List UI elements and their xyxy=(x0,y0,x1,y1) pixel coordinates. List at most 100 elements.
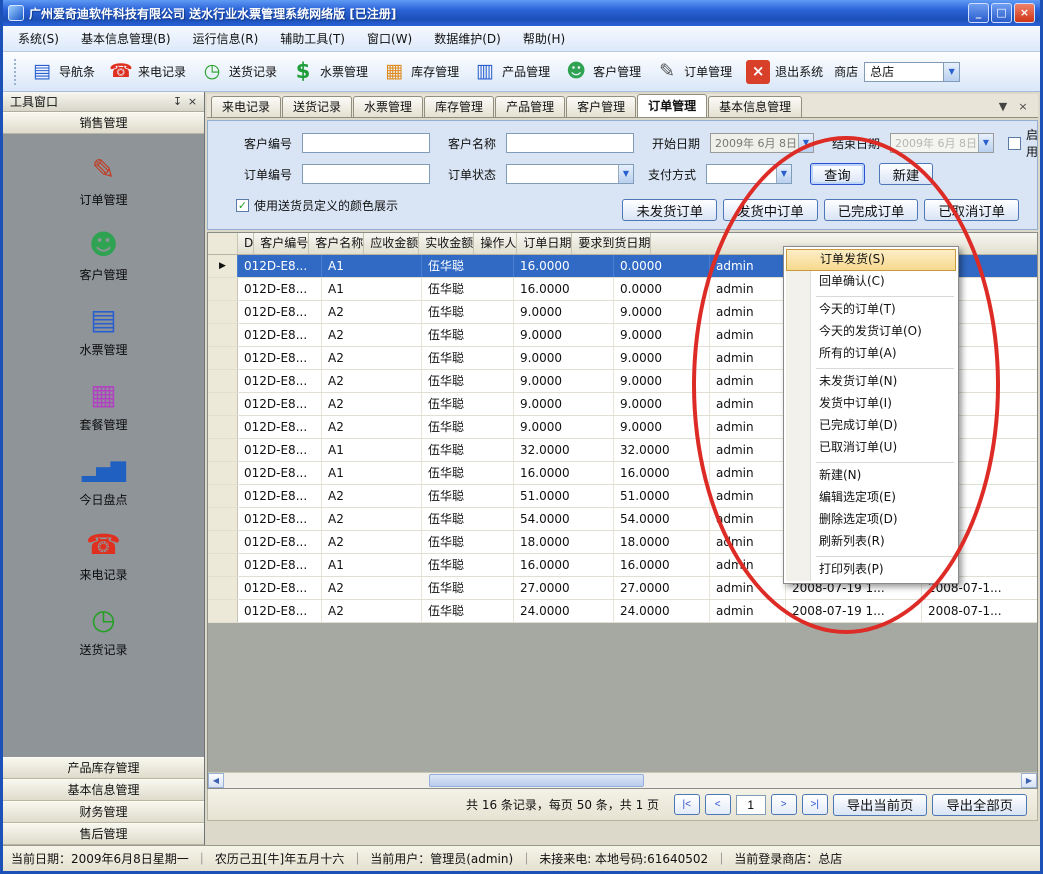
context-menu-item[interactable]: 今天的订单(T) xyxy=(786,299,956,321)
sidebar-item[interactable]: ✎ 订单管理 xyxy=(79,154,127,208)
next-page-button[interactable]: > xyxy=(771,794,797,815)
row-selector-cell[interactable] xyxy=(208,416,238,438)
menu-item[interactable]: 数据维护(D) xyxy=(423,26,512,51)
sidebar-group-button[interactable]: 产品库存管理 xyxy=(3,757,204,779)
toolbar-button[interactable]: ☻ 客户管理 xyxy=(557,56,648,88)
column-header[interactable]: 要求到货日期 xyxy=(572,233,651,254)
column-header[interactable]: 客户名称 xyxy=(309,233,364,254)
chevron-down-icon[interactable]: ▼ xyxy=(776,165,791,183)
column-header[interactable]: 操作人 xyxy=(474,233,517,254)
context-menu-item[interactable]: 回单确认(C) xyxy=(786,271,956,293)
chevron-down-icon[interactable]: ▼ xyxy=(996,100,1010,113)
close-button[interactable]: × xyxy=(1014,3,1035,23)
start-date-picker[interactable]: 2009年 6月 8日 ▼ xyxy=(710,133,814,153)
sidebar-group-button[interactable]: 售后管理 xyxy=(3,823,204,845)
sidebar-item[interactable]: ▤ 水票管理 xyxy=(79,304,127,358)
close-icon[interactable]: × xyxy=(185,95,200,108)
scroll-right-icon[interactable]: ▶ xyxy=(1021,773,1037,788)
tab[interactable]: 水票管理 xyxy=(353,96,423,117)
menu-item[interactable]: 运行信息(R) xyxy=(182,26,270,51)
order-status-select[interactable]: ▼ xyxy=(506,164,634,184)
row-selector-cell[interactable] xyxy=(208,370,238,392)
context-menu-item[interactable]: 已完成订单(D) xyxy=(786,415,956,437)
column-header[interactable]: 订单日期 xyxy=(517,233,572,254)
last-page-button[interactable]: >| xyxy=(802,794,828,815)
context-menu-item[interactable]: 所有的订单(A) xyxy=(786,343,956,365)
toolbar-button[interactable]: ✎ 订单管理 xyxy=(648,56,739,88)
row-selector-cell[interactable] xyxy=(208,485,238,507)
end-date-picker[interactable]: 2009年 6月 8日 ▼ xyxy=(890,133,994,153)
page-number-input[interactable] xyxy=(736,795,766,815)
tab[interactable]: 库存管理 xyxy=(424,96,494,117)
scroll-left-icon[interactable]: ◀ xyxy=(208,773,224,788)
minimize-button[interactable]: _ xyxy=(968,3,989,23)
tab[interactable]: 基本信息管理 xyxy=(708,96,802,117)
export-all-pages-button[interactable]: 导出全部页 xyxy=(932,794,1027,816)
column-header[interactable]: 实收金额 xyxy=(419,233,474,254)
menu-item[interactable]: 窗口(W) xyxy=(356,26,423,51)
pay-method-select[interactable]: ▼ xyxy=(706,164,792,184)
chevron-down-icon[interactable]: ▼ xyxy=(943,63,959,81)
menu-item[interactable]: 辅助工具(T) xyxy=(269,26,356,51)
order-status-filter-button[interactable]: 已完成订单 xyxy=(824,199,919,221)
sidebar-item[interactable]: ☻ 客户管理 xyxy=(79,229,127,283)
close-icon[interactable]: × xyxy=(1016,100,1030,113)
maximize-button[interactable]: □ xyxy=(991,3,1012,23)
toolbar-grip[interactable] xyxy=(14,59,18,85)
order-status-filter-button[interactable]: 已取消订单 xyxy=(924,199,1019,221)
tab[interactable]: 来电记录 xyxy=(211,96,281,117)
order-status-filter-button[interactable]: 发货中订单 xyxy=(723,199,818,221)
new-button[interactable]: 新建 xyxy=(879,163,934,185)
context-menu-item[interactable]: 已取消订单(U) xyxy=(786,437,956,459)
sidebar-group-button[interactable]: 财务管理 xyxy=(3,801,204,823)
scrollbar-track[interactable] xyxy=(224,773,1021,788)
pin-icon[interactable]: ↧ xyxy=(170,95,185,108)
chevron-down-icon[interactable]: ▼ xyxy=(618,165,633,183)
toolbar-button[interactable]: × 退出系统 xyxy=(739,56,830,88)
sidebar-item[interactable]: ◷ 送货记录 xyxy=(79,604,127,658)
tab[interactable]: 送货记录 xyxy=(282,96,352,117)
toolbar-button[interactable]: ▤ 导航条 xyxy=(23,56,102,88)
column-header[interactable]: D xyxy=(238,233,254,254)
row-selector-cell[interactable] xyxy=(208,324,238,346)
row-selector-cell[interactable] xyxy=(208,278,238,300)
row-selector-cell[interactable] xyxy=(208,255,238,277)
color-display-checkbox[interactable]: ✓ xyxy=(236,199,249,212)
menu-item[interactable]: 帮助(H) xyxy=(512,26,576,51)
row-selector-cell[interactable] xyxy=(208,347,238,369)
context-menu-item[interactable]: 发货中订单(I) xyxy=(786,393,956,415)
context-menu-item[interactable]: 删除选定项(D) xyxy=(786,509,956,531)
context-menu-item[interactable]: 订单发货(S) xyxy=(786,249,956,271)
context-menu-item[interactable]: 打印列表(P) xyxy=(786,559,956,581)
order-status-filter-button[interactable]: 未发货订单 xyxy=(622,199,717,221)
column-header[interactable]: 客户编号 xyxy=(254,233,309,254)
menu-item[interactable]: 系统(S) xyxy=(7,26,70,51)
menu-item[interactable]: 基本信息管理(B) xyxy=(70,26,182,51)
order-no-input[interactable] xyxy=(302,164,430,184)
query-button[interactable]: 查询 xyxy=(810,163,865,185)
row-selector-cell[interactable] xyxy=(208,554,238,576)
tab[interactable]: 产品管理 xyxy=(495,96,565,117)
context-menu-item[interactable]: 刷新列表(R) xyxy=(786,531,956,553)
toolbar-button[interactable]: ◷ 送货记录 xyxy=(193,56,284,88)
row-selector-cell[interactable] xyxy=(208,508,238,530)
row-selector-cell[interactable] xyxy=(208,577,238,599)
sidebar-group-button[interactable]: 基本信息管理 xyxy=(3,779,204,801)
horizontal-scrollbar[interactable]: ◀ ▶ xyxy=(208,772,1037,788)
first-page-button[interactable]: |< xyxy=(674,794,700,815)
customer-no-input[interactable] xyxy=(302,133,430,153)
row-selector-cell[interactable] xyxy=(208,462,238,484)
sidebar-item[interactable]: ☎ 来电记录 xyxy=(79,529,127,583)
sidebar-item[interactable]: ▂▅▇ 今日盘点 xyxy=(79,454,127,508)
table-row[interactable]: 012D-E8... A2 伍华聪 24.0000 24.0000 admin … xyxy=(208,600,1037,623)
toolbar-button[interactable]: ☎ 来电记录 xyxy=(102,56,193,88)
context-menu-item[interactable]: 新建(N) xyxy=(786,465,956,487)
toolbar-button[interactable]: ▦ 库存管理 xyxy=(375,56,466,88)
context-menu-item[interactable]: 编辑选定项(E) xyxy=(786,487,956,509)
row-selector-cell[interactable] xyxy=(208,301,238,323)
chevron-down-icon[interactable]: ▼ xyxy=(798,134,813,152)
store-combobox[interactable]: 总店 ▼ xyxy=(864,62,960,82)
sidebar-item[interactable]: ▦ 套餐管理 xyxy=(79,379,127,433)
toolbar-button[interactable]: $ 水票管理 xyxy=(284,56,375,88)
prev-page-button[interactable]: < xyxy=(705,794,731,815)
